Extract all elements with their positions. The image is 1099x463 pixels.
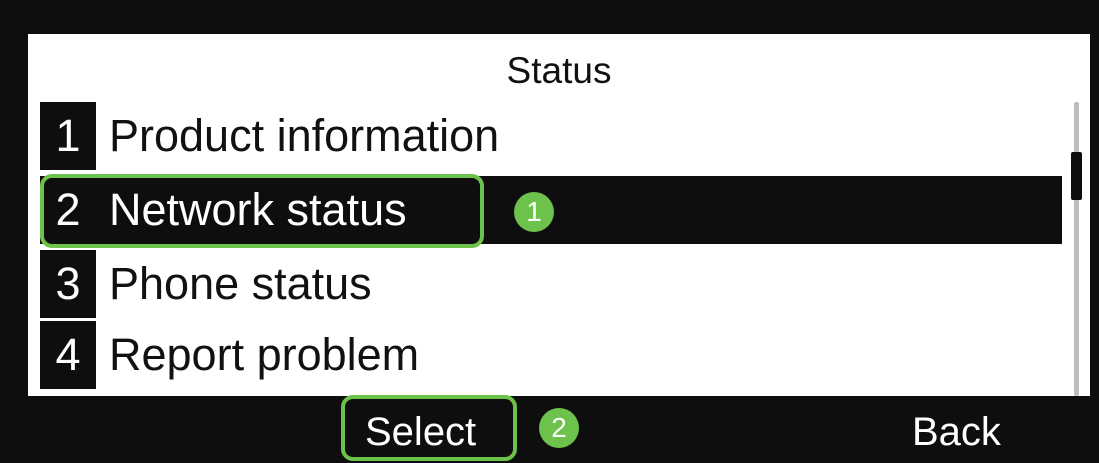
menu-item-product-information[interactable]: 1 Product information [40,102,1062,170]
menu-item-label: Product information [109,110,500,161]
scrollbar-track[interactable] [1074,102,1079,396]
page-title: Status [506,50,612,91]
menu-item-label: Phone status [109,258,372,309]
callout-badge-2: 2 [539,408,579,448]
menu-item-number: 3 [40,250,96,318]
menu-item-phone-status[interactable]: 3 Phone status [40,250,1062,318]
callout-badge-1: 1 [514,192,554,232]
menu-item-label: Report problem [109,329,420,380]
back-softkey[interactable]: Back [912,408,1001,456]
scrollbar-thumb[interactable] [1071,152,1082,200]
callout-highlight-network-status [40,174,484,248]
menu-item-report-problem[interactable]: 4 Report problem [40,321,1062,389]
menu-item-number: 1 [40,102,96,170]
menu-item-number: 4 [40,321,96,389]
callout-highlight-select [341,395,517,461]
